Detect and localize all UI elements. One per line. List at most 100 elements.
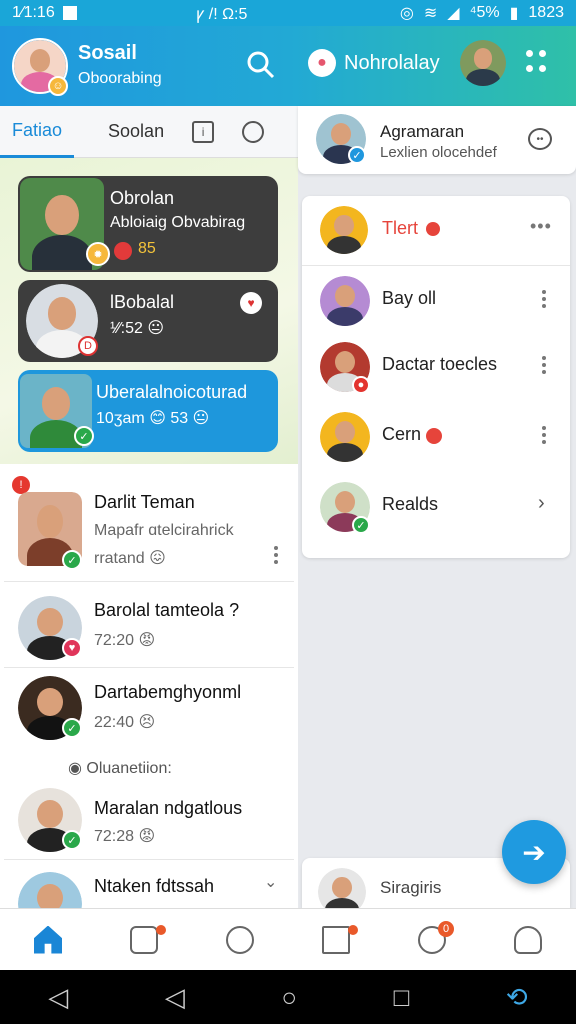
- right-list-card: Tlert ••• Bay oll ● Dactar toecles Cern …: [302, 196, 570, 558]
- chevron-right-icon[interactable]: ›: [538, 492, 545, 515]
- back-icon[interactable]: ◁: [48, 982, 68, 1013]
- more-options-icon[interactable]: [542, 290, 546, 308]
- story-meta: 85: [138, 240, 156, 257]
- unread-dot-icon: [156, 925, 166, 935]
- send-fab-button[interactable]: ➔: [502, 820, 566, 884]
- app-title: Sosail: [78, 42, 137, 64]
- right-top-sub: Lexlien olocehdef: [380, 144, 497, 161]
- chat-logo-icon: ●: [308, 49, 336, 77]
- status-mid: ꝩ /! Ω:5: [196, 6, 248, 23]
- app-subtitle: Oboorabing: [78, 70, 162, 87]
- more-options-icon[interactable]: [542, 356, 546, 374]
- heart-badge-icon: ♥: [62, 638, 82, 658]
- tab-bar: Fatiao Soolan i: [0, 106, 298, 158]
- profile-icon: [514, 925, 542, 954]
- location-icon: [226, 925, 254, 954]
- assistant-icon[interactable]: ⟲: [506, 982, 528, 1013]
- right-list-item[interactable]: Bay oll: [302, 266, 570, 336]
- back-alt-icon[interactable]: ◁: [165, 982, 185, 1013]
- signal-icon: ◢: [447, 5, 460, 22]
- story-meta: 10ӡam 😊 53 😐: [96, 410, 210, 427]
- right-bottom-name: Siragiris: [380, 878, 442, 897]
- chevron-down-icon[interactable]: ⌄: [264, 872, 277, 892]
- nav-profile[interactable]: [480, 909, 576, 970]
- online-check-icon: ✓: [352, 516, 370, 534]
- chat-time: 72:20 😡: [94, 632, 156, 649]
- right-list-name: Bay oll: [382, 288, 437, 308]
- angry-emoji-icon: [426, 428, 442, 444]
- story-card[interactable]: D lBobalal ¹⁄⁄:52 😐 ♥: [18, 280, 278, 362]
- status-time-left: 1⁄1:16: [12, 4, 55, 21]
- nav-location[interactable]: [192, 909, 288, 970]
- tab-soolan[interactable]: Soolan: [96, 121, 176, 142]
- chat-name: Ntaken fdtssah: [94, 876, 215, 896]
- chat-row[interactable]: ✓ Dartabemghyonml 22:40 😣: [4, 668, 294, 748]
- chat-icon: [130, 925, 158, 954]
- notification-icon: [62, 6, 77, 20]
- heart-icon: [114, 242, 132, 260]
- right-list-avatar: [320, 206, 368, 254]
- story-title: lBobalal: [110, 292, 175, 312]
- app-header: ☺ Sosail Oboorabing ● Nohrolalay: [0, 26, 576, 106]
- right-header-title: Nohrolalay: [344, 52, 440, 74]
- battery-percent: ⁴5%: [469, 4, 500, 21]
- chat-list: ! ✓ Darlit Teman Mapafr ɑtelcirahrick rr…: [4, 470, 294, 936]
- chat-name: Maralan ndgatlous: [94, 798, 243, 818]
- right-top-name: Agramaran: [380, 122, 465, 141]
- chat-row[interactable]: ♥ Barolal tamteola ? 72:20 😡: [4, 582, 294, 668]
- nav-chats[interactable]: [96, 909, 192, 970]
- nav-music[interactable]: [288, 909, 384, 970]
- more-horizontal-icon[interactable]: •••: [530, 216, 552, 237]
- chat-time: 72:28 😡: [94, 828, 156, 845]
- sun-badge-icon: ✹: [86, 242, 110, 266]
- online-check-icon: ✓: [62, 830, 82, 850]
- bottom-navigation: 0: [0, 908, 576, 970]
- right-list-avatar: [320, 276, 370, 326]
- tab-search-icon[interactable]: [242, 120, 265, 143]
- music-icon: [322, 925, 350, 954]
- apps-grid-icon[interactable]: [526, 50, 548, 76]
- story-card[interactable]: ✹ Obrolan Abloiaig Obvabirag 85: [18, 176, 278, 272]
- chat-name: Darlit Teman: [94, 492, 195, 512]
- recents-icon[interactable]: □: [394, 982, 410, 1013]
- right-top-card[interactable]: ✓ Agramaran Lexlien olocehdef ••: [298, 106, 576, 174]
- nav-home[interactable]: [0, 909, 96, 970]
- search-icon[interactable]: [244, 48, 278, 82]
- like-icon[interactable]: ♥: [240, 292, 262, 314]
- chat-bubble-icon[interactable]: ••: [528, 128, 552, 150]
- system-navigation: ◁ ◁ ○ □ ⟲: [0, 970, 576, 1024]
- nav-notifications[interactable]: 0: [384, 909, 480, 970]
- home-icon: [34, 925, 62, 954]
- right-list-item[interactable]: Tlert •••: [302, 196, 570, 266]
- story-card[interactable]: ✓ Uberalalnoicoturad 10ӡam 😊 53 😐: [18, 370, 278, 452]
- story-title: Uberalalnoicoturad: [96, 382, 248, 402]
- verified-icon: ✓: [348, 146, 366, 164]
- tab-fatiao[interactable]: Fatiao: [0, 106, 75, 158]
- more-options-icon[interactable]: [274, 546, 278, 564]
- more-options-icon[interactable]: [542, 426, 546, 444]
- story-meta: ¹⁄⁄:52 😐: [110, 320, 165, 337]
- story-badge-icon: D: [78, 336, 98, 356]
- chat-row[interactable]: Ntaken fdtssah ⌄: [4, 862, 294, 936]
- stories-panel: ✹ Obrolan Abloiaig Obvabirag 85 D lBobal…: [0, 158, 298, 464]
- right-list-item[interactable]: ● Dactar toecles: [302, 332, 570, 402]
- right-header-avatar[interactable]: [460, 40, 506, 86]
- chat-row[interactable]: ✓ Maralan ndgatlous 72:28 😡: [4, 774, 294, 860]
- chat-time: rratand 😖: [94, 550, 166, 567]
- home-circle-icon[interactable]: ○: [281, 982, 297, 1013]
- online-check-icon: ✓: [62, 550, 82, 570]
- alarm-icon: ◎: [399, 5, 414, 22]
- chat-time: 22:40 😣: [94, 714, 156, 731]
- right-list-avatar: [320, 412, 370, 462]
- right-list-item[interactable]: ✓ Realds ›: [302, 472, 570, 542]
- chat-name: Barolal tamteola ?: [94, 600, 240, 620]
- profile-badge-icon: ☺: [48, 76, 68, 96]
- right-list-name: Cern: [382, 424, 422, 444]
- alert-dot-icon: [426, 222, 440, 236]
- chat-row[interactable]: ✓ Darlit Teman Mapafr ɑtelcirahrick rrat…: [4, 470, 294, 582]
- wifi-icon: ≋: [423, 5, 438, 22]
- story-title: Obrolan: [110, 188, 175, 208]
- info-tab-icon[interactable]: i: [192, 120, 215, 143]
- right-list-item[interactable]: Cern: [302, 402, 570, 472]
- left-pane: Fatiao Soolan i ✹ Obrolan Abloiaig Obvab…: [0, 106, 298, 936]
